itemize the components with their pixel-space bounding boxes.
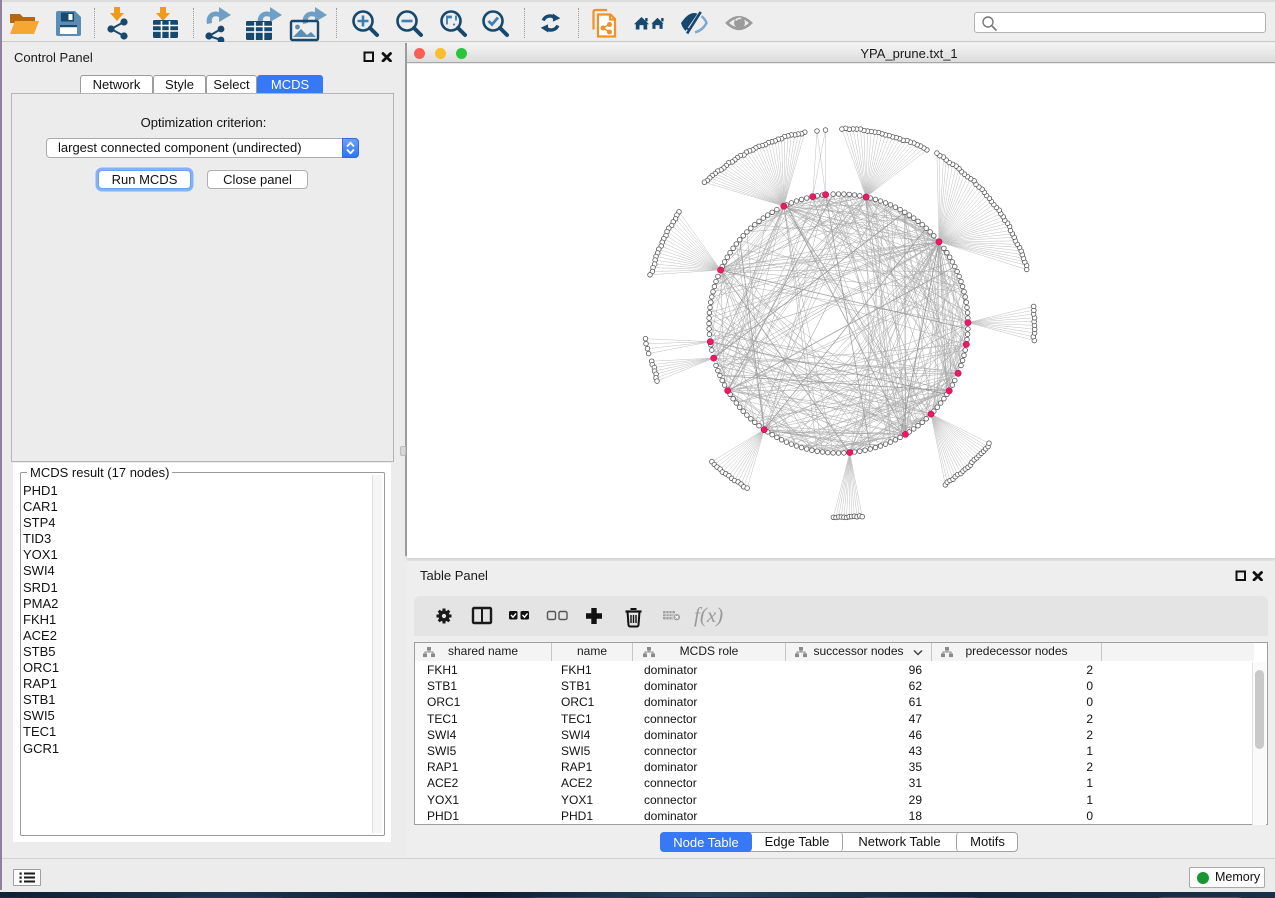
svg-text:f(x): f(x) bbox=[694, 603, 723, 627]
